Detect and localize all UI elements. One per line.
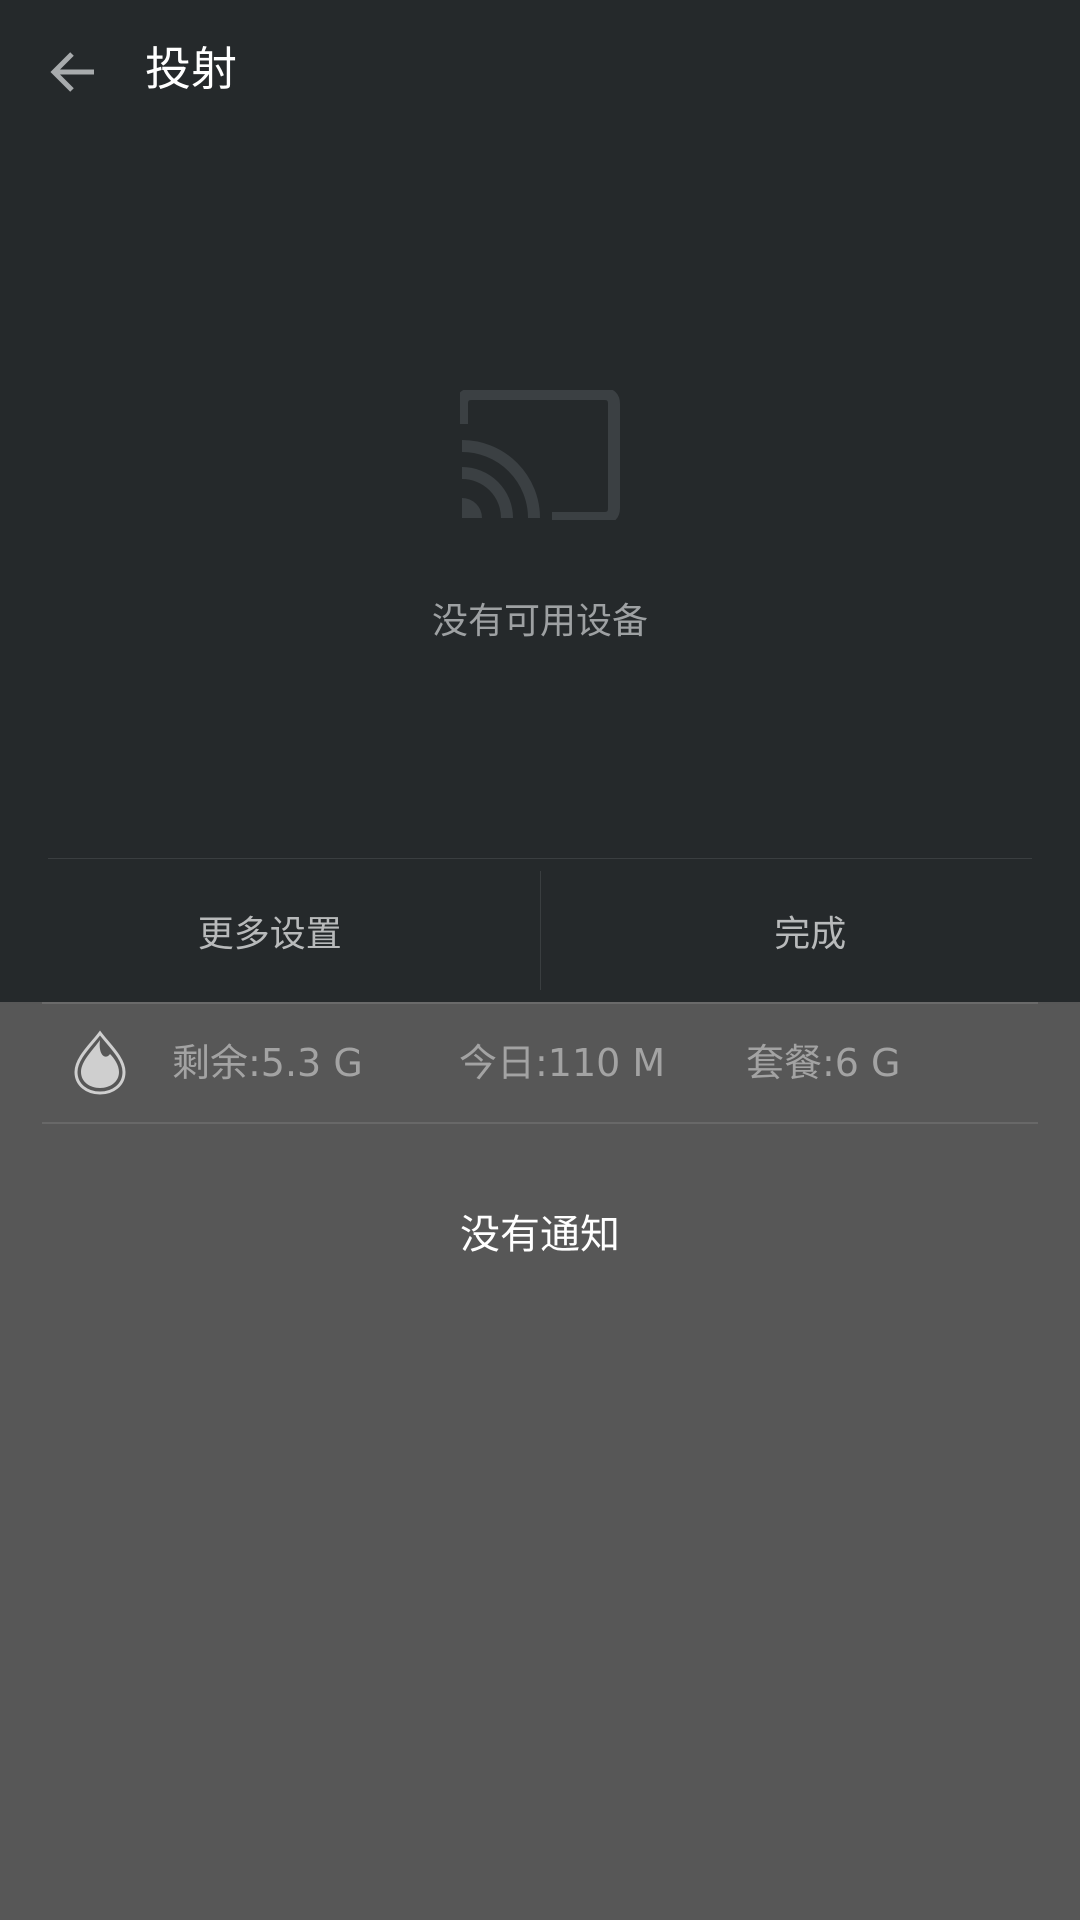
- back-button[interactable]: [32, 32, 112, 112]
- action-row: 更多设置 完成: [0, 859, 1080, 1002]
- data-remaining: 剩余:5.3 G: [172, 1041, 363, 1085]
- data-usage-bar[interactable]: 剩余:5.3 G 今日:110 M 套餐:6 G: [42, 1002, 1038, 1124]
- done-button[interactable]: 完成: [541, 859, 1080, 1002]
- cast-dialog: 投射 没有可用设备 更多设置 完成: [0, 0, 1080, 1002]
- top-bar: 投射: [0, 0, 1080, 144]
- water-drop-icon: [74, 1030, 126, 1095]
- data-plan: 套餐:6 G: [746, 1041, 901, 1085]
- no-devices-message: 没有可用设备: [431, 601, 648, 642]
- empty-state: 没有可用设备: [0, 390, 1080, 647]
- page-title: 投射: [145, 42, 237, 96]
- data-today: 今日:110 M: [459, 1041, 666, 1085]
- cast-icon: [460, 390, 620, 520]
- arrow-left-icon: [50, 52, 94, 92]
- no-notifications-message: 没有通知: [460, 1212, 620, 1258]
- more-settings-button[interactable]: 更多设置: [0, 859, 540, 1002]
